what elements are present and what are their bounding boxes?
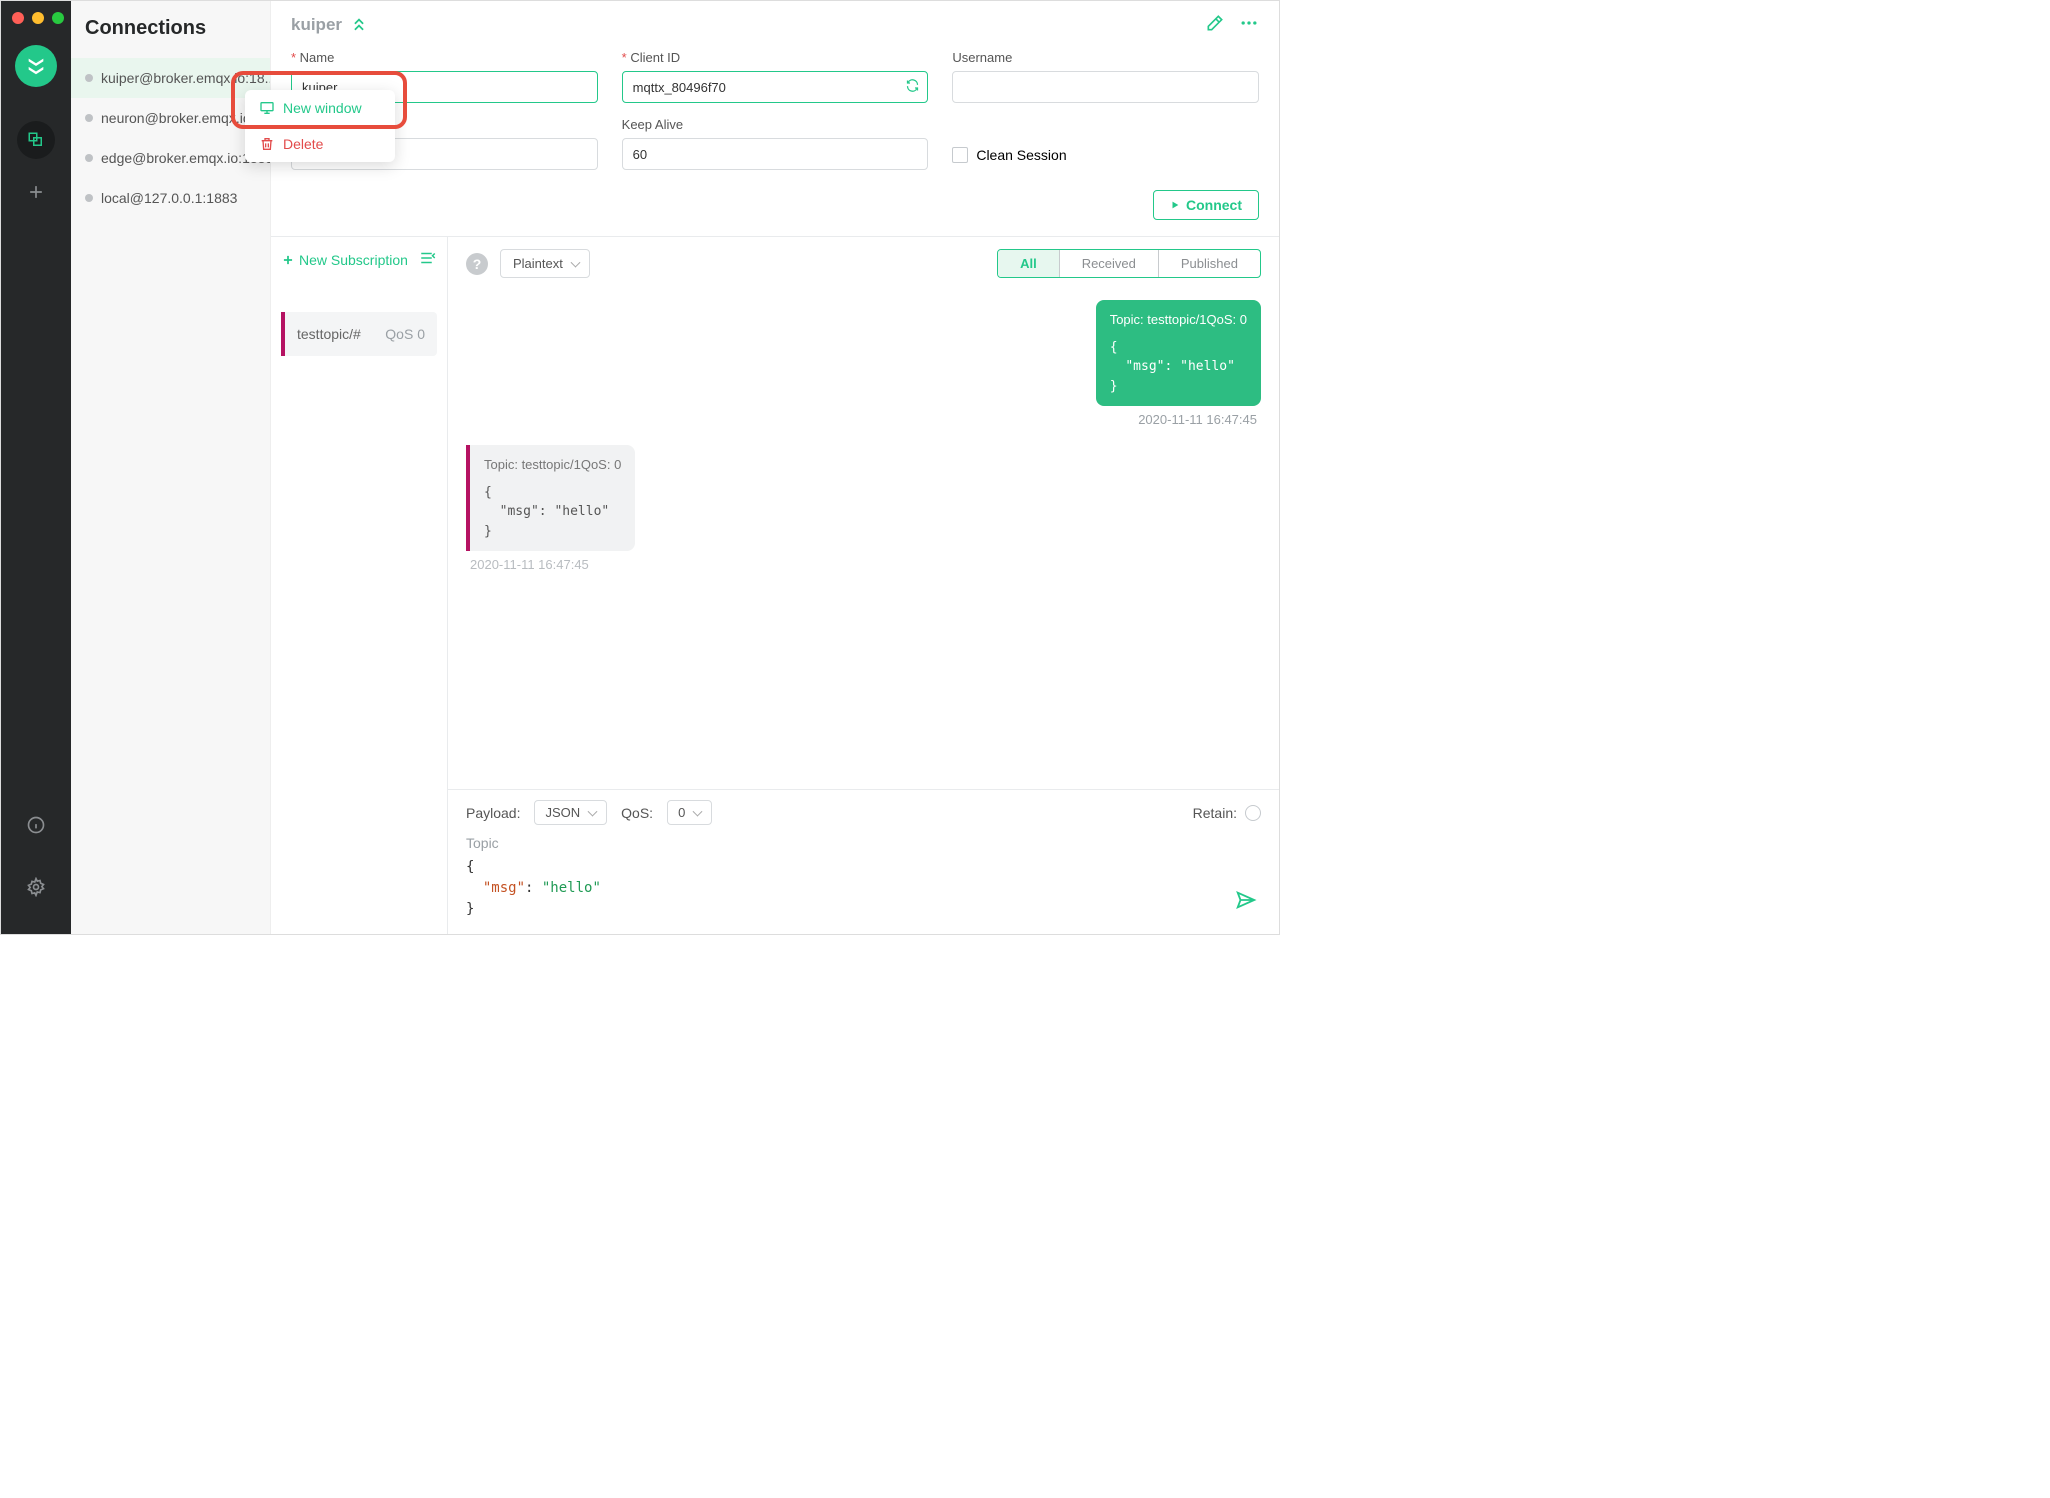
client-id-input[interactable]: [622, 71, 929, 103]
context-delete-label: Delete: [283, 136, 323, 152]
main-panel: kuiper Name Client ID: [271, 1, 1279, 934]
keep-alive-input[interactable]: [622, 138, 929, 170]
received-message: Topic: testtopic/1 QoS: 0 { "msg": "hell…: [466, 445, 635, 551]
retain-label: Retain:: [1193, 805, 1237, 821]
publish-panel: Payload: JSON QoS: 0 Retain: Topic { "ms…: [448, 789, 1279, 934]
subscription-topic: testtopic/#: [297, 326, 361, 342]
send-icon[interactable]: [1235, 889, 1257, 918]
monitor-icon: [259, 100, 275, 116]
play-icon: [1170, 200, 1180, 210]
status-dot-icon: [85, 194, 93, 202]
username-label: Username: [952, 50, 1259, 65]
name-label: Name: [291, 50, 598, 65]
sent-message: Topic: testtopic/1 QoS: 0 { "msg": "hell…: [1096, 300, 1261, 406]
connection-item[interactable]: edge@broker.emqx.io:1883: [71, 138, 270, 178]
payload-label: Payload:: [466, 805, 520, 821]
more-icon[interactable]: [1239, 13, 1259, 36]
close-window-icon[interactable]: [12, 12, 24, 24]
tab-all[interactable]: All: [998, 250, 1059, 277]
status-dot-icon: [85, 154, 93, 162]
messages-toolbar: ? Plaintext All Received Published: [448, 237, 1279, 290]
qos-label: QoS:: [621, 805, 653, 821]
connect-label: Connect: [1186, 197, 1242, 213]
connection-label: kuiper@broker.emqx.io:18...: [101, 70, 270, 86]
status-dot-icon: [85, 74, 93, 82]
recv-topic: Topic: testtopic/1: [484, 455, 581, 475]
context-delete[interactable]: Delete: [245, 126, 395, 162]
nav-info[interactable]: [17, 806, 55, 844]
nav-connections[interactable]: [17, 121, 55, 159]
app-logo: [15, 45, 57, 87]
help-icon[interactable]: ?: [466, 253, 488, 275]
retain-toggle[interactable]: [1245, 805, 1261, 821]
clean-session-label: Clean Session: [976, 147, 1066, 163]
trash-icon: [259, 136, 275, 152]
edit-icon[interactable]: [1205, 13, 1225, 36]
messages-list: Topic: testtopic/1 QoS: 0 { "msg": "hell…: [448, 290, 1279, 789]
collapse-icon[interactable]: [352, 15, 366, 35]
plus-icon: [281, 253, 295, 267]
sent-timestamp: 2020-11-11 16:47:45: [1138, 412, 1257, 427]
message-filter-tabs: All Received Published: [997, 249, 1261, 278]
payload-type-select[interactable]: JSON: [534, 800, 607, 825]
connections-title: Connections: [71, 1, 270, 58]
new-subscription-button[interactable]: New Subscription: [281, 252, 408, 268]
nav-add[interactable]: [17, 173, 55, 211]
clean-session-checkbox[interactable]: [952, 147, 968, 163]
qos-select[interactable]: 0: [667, 800, 712, 825]
recv-timestamp: 2020-11-11 16:47:45: [470, 557, 589, 572]
connection-label: local@127.0.0.1:1883: [101, 190, 237, 206]
filter-icon[interactable]: [419, 249, 437, 270]
recv-body: { "msg": "hello" }: [484, 483, 621, 542]
payload-editor[interactable]: { "msg": "hello" }: [466, 857, 1261, 920]
nav-settings[interactable]: [17, 868, 55, 906]
context-new-window-label: New window: [283, 100, 362, 116]
window-controls[interactable]: [12, 12, 64, 24]
nav-rail: [1, 1, 71, 934]
subscription-qos: QoS 0: [385, 326, 425, 342]
tab-received[interactable]: Received: [1059, 250, 1158, 277]
connection-item[interactable]: kuiper@broker.emqx.io:18...: [71, 58, 270, 98]
connection-header: kuiper: [271, 1, 1279, 42]
new-subscription-label: New Subscription: [299, 252, 408, 268]
keep-alive-label: Keep Alive: [622, 117, 929, 132]
sent-body: { "msg": "hello" }: [1110, 338, 1247, 397]
maximize-window-icon[interactable]: [52, 12, 64, 24]
subscriptions-column: New Subscription testtopic/# QoS 0: [271, 237, 448, 934]
format-select[interactable]: Plaintext: [500, 249, 590, 278]
connection-item[interactable]: local@127.0.0.1:1883: [71, 178, 270, 218]
context-new-window[interactable]: New window: [245, 90, 395, 126]
connections-panel: Connections kuiper@broker.emqx.io:18... …: [71, 1, 271, 934]
status-dot-icon: [85, 114, 93, 122]
minimize-window-icon[interactable]: [32, 12, 44, 24]
connect-button[interactable]: Connect: [1153, 190, 1259, 220]
sent-qos: QoS: 0: [1207, 310, 1247, 330]
tab-published[interactable]: Published: [1158, 250, 1260, 277]
subscription-item[interactable]: testtopic/# QoS 0: [281, 312, 437, 356]
connection-title: kuiper: [291, 15, 342, 35]
context-menu: New window Delete: [245, 90, 395, 162]
recv-qos: QoS: 0: [581, 455, 621, 475]
topic-input[interactable]: Topic: [466, 835, 1261, 851]
refresh-icon[interactable]: [905, 78, 920, 96]
client-id-label: Client ID: [622, 50, 929, 65]
username-input[interactable]: [952, 71, 1259, 103]
messages-column: ? Plaintext All Received Published Topic…: [448, 237, 1279, 934]
connection-form: Name Client ID Username x Keep Alive: [271, 42, 1279, 237]
connection-item[interactable]: neuron@broker.emqx.io:1...: [71, 98, 270, 138]
sent-topic: Topic: testtopic/1: [1110, 310, 1207, 330]
